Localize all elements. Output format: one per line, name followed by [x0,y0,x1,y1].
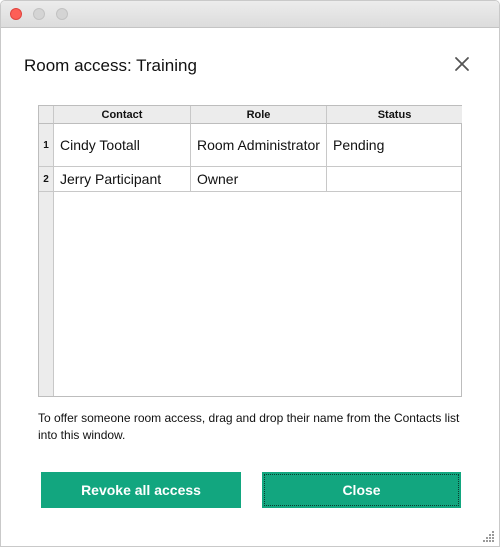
status-cell[interactable]: Pending [327,124,462,166]
row-number: 1 [39,124,54,166]
column-header-role[interactable]: Role [191,106,327,124]
drag-drop-hint: To offer someone room access, drag and d… [38,411,460,442]
row-number: 2 [39,167,54,191]
role-cell[interactable]: Room Administrator [191,124,327,166]
contact-cell[interactable]: Cindy Tootall [54,124,191,166]
dialog-title: Room access: Training [24,56,197,75]
table-row[interactable]: 2 Jerry Participant Owner [39,167,461,192]
table-row[interactable]: 1 Cindy Tootall Room Administrator Pendi… [39,124,461,167]
resize-grip-icon[interactable] [483,530,495,542]
window-minimize-button[interactable] [33,8,45,20]
column-header-contact[interactable]: Contact [54,106,191,124]
close-icon[interactable] [452,54,472,74]
room-access-dialog: Room access: Training Contact Role Statu… [0,0,500,547]
table-corner [39,106,54,124]
window-zoom-button[interactable] [56,8,68,20]
column-header-status[interactable]: Status [327,106,462,124]
revoke-all-access-button[interactable]: Revoke all access [41,472,241,508]
contact-cell[interactable]: Jerry Participant [54,167,191,191]
access-table[interactable]: Contact Role Status 1 Cindy Tootall Room… [38,105,462,397]
close-button[interactable]: Close [262,472,461,508]
status-cell[interactable] [327,167,462,191]
role-cell[interactable]: Owner [191,167,327,191]
title-bar[interactable] [1,1,499,28]
window-close-button[interactable] [10,8,22,20]
